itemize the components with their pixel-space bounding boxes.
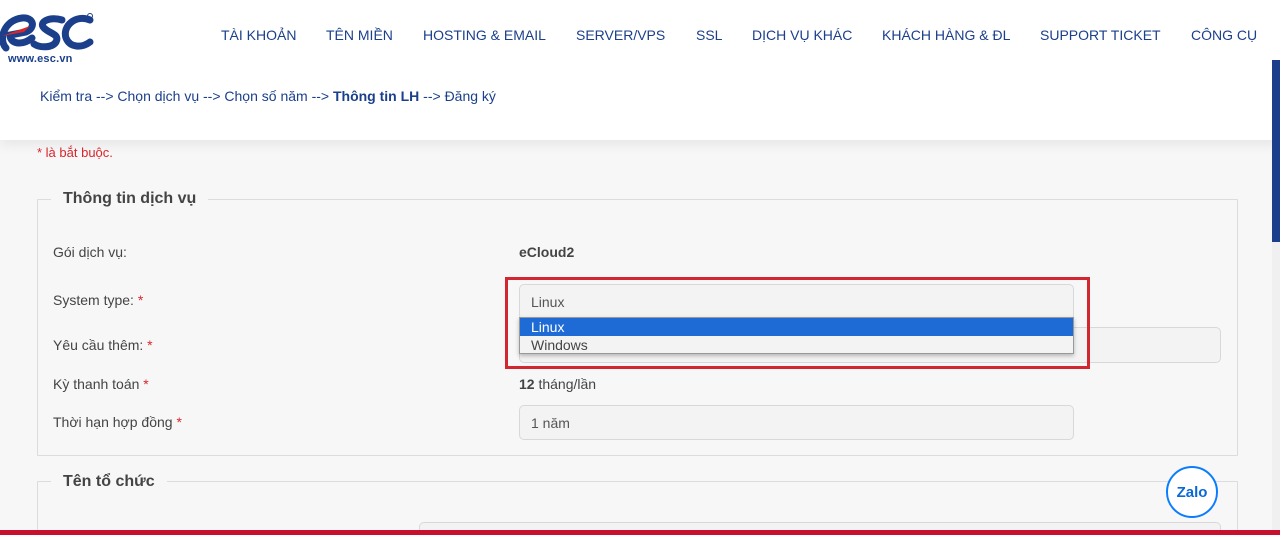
nav-item-ssl[interactable]: SSL xyxy=(696,27,722,43)
highlight-box xyxy=(505,277,1090,369)
breadcrumb-separator: --> xyxy=(96,88,118,104)
extra-request-label: Yêu cầu thêm: * xyxy=(53,337,153,353)
scrollbar-thumb[interactable] xyxy=(1272,60,1280,242)
organization-title: Tên tổ chức xyxy=(51,473,167,491)
contract-label: Thời hạn hợp đồng * xyxy=(53,414,182,430)
nav-item-server-vps[interactable]: SERVER/VPS xyxy=(576,27,665,43)
site-header: www.esc.vn TÀI KHOẢN TÊN MIỀN HOSTING & … xyxy=(0,0,1280,140)
nav-item-customers-agents[interactable]: KHÁCH HÀNG & ĐL xyxy=(882,27,1010,43)
required-star: * xyxy=(147,337,153,353)
required-star: * xyxy=(176,414,182,430)
nav-item-account[interactable]: TÀI KHOẢN xyxy=(221,27,296,43)
billing-value-unit: tháng/lần xyxy=(538,376,597,392)
nav-item-hosting-email[interactable]: HOSTING & EMAIL xyxy=(423,27,546,43)
required-star: * xyxy=(137,292,144,308)
required-star: * xyxy=(143,376,149,392)
breadcrumb-separator: --> xyxy=(203,88,225,104)
nav-item-domain[interactable]: TÊN MIỀN xyxy=(326,27,393,43)
breadcrumb-step-choose-service: Chọn dịch vụ xyxy=(117,88,200,104)
contract-duration-field[interactable]: 1 năm xyxy=(519,405,1074,440)
nav-item-support-ticket[interactable]: SUPPORT TICKET xyxy=(1040,27,1161,43)
billing-label-text: Kỳ thanh toán xyxy=(53,376,140,392)
extra-request-label-text: Yêu cầu thêm: xyxy=(53,337,144,353)
system-type-label: System type: * xyxy=(53,292,143,308)
billing-value: 12 tháng/lần xyxy=(519,376,596,392)
breadcrumb-separator: --> xyxy=(311,88,333,104)
system-type-label-text: System type: xyxy=(53,292,134,308)
nav-item-other-services[interactable]: DỊCH VỤ KHÁC xyxy=(752,27,852,43)
breadcrumb-step-choose-years: Chọn số năm xyxy=(224,88,308,104)
breadcrumb: Kiểm tra --> Chọn dịch vụ --> Chọn số nă… xyxy=(40,88,496,104)
service-info-title: Thông tin dịch vụ xyxy=(51,190,209,208)
package-label: Gói dịch vụ: xyxy=(53,244,127,260)
billing-value-number: 12 xyxy=(519,376,535,392)
zalo-chat-button[interactable]: Zalo xyxy=(1166,466,1218,518)
contract-label-text: Thời hạn hợp đồng xyxy=(53,414,173,430)
billing-label: Kỳ thanh toán * xyxy=(53,376,149,392)
breadcrumb-step-contact-info: Thông tin LH xyxy=(332,88,420,104)
main-nav: TÀI KHOẢN TÊN MIỀN HOSTING & EMAIL SERVE… xyxy=(0,27,1280,47)
breadcrumb-separator: --> xyxy=(423,88,445,104)
breadcrumb-step-check: Kiểm tra xyxy=(40,88,93,104)
logo-url: www.esc.vn xyxy=(8,53,73,65)
package-value: eCloud2 xyxy=(519,244,575,260)
bottom-accent-bar xyxy=(0,530,1280,535)
contract-duration-value: 1 năm xyxy=(531,414,570,431)
zalo-label: Zalo xyxy=(1176,483,1208,501)
breadcrumb-step-register: Đăng ký xyxy=(444,88,496,104)
required-note: * là bắt buộc. xyxy=(37,145,113,160)
nav-item-tools[interactable]: CÔNG CỤ xyxy=(1191,27,1257,43)
